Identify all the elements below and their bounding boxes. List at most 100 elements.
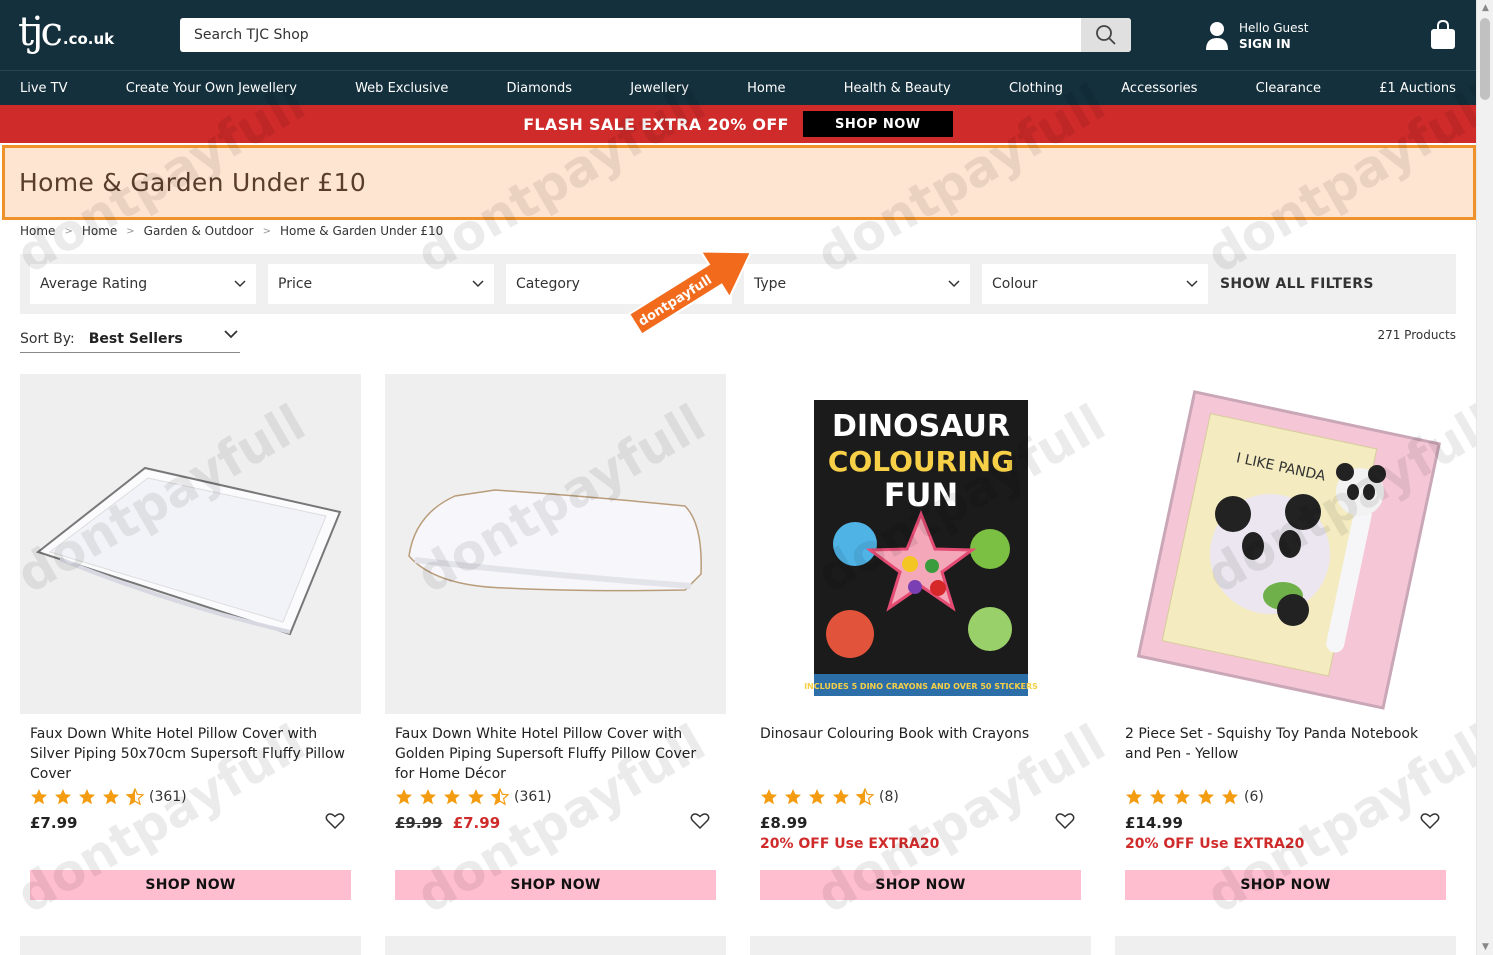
breadcrumb-separator: >: [262, 225, 272, 237]
review-count[interactable]: (361): [149, 789, 187, 805]
nav-item-live-tv[interactable]: Live TV: [20, 81, 68, 96]
heart-icon[interactable]: [325, 812, 345, 830]
dinosaur-book-image: DINOSAUR COLOURING FUN INCLUDES 5 DINO C…: [804, 400, 1038, 696]
breadcrumb-current: Home & Garden Under £10: [280, 224, 444, 238]
product-image[interactable]: [385, 374, 726, 714]
product-price: £14.99: [1125, 812, 1446, 834]
breadcrumb-separator: >: [126, 225, 135, 237]
review-count[interactable]: (8): [879, 789, 899, 805]
product-card: DINOSAUR COLOURING FUN INCLUDES 5 DINO C…: [750, 374, 1091, 900]
current-price: £7.99: [452, 814, 501, 832]
user-icon: [1206, 22, 1228, 50]
sort-dropdown[interactable]: Sort By: Best Sellers: [20, 326, 240, 353]
scroll-down-arrow-icon[interactable]: ▼: [1477, 939, 1493, 955]
book-title-line-2: COLOURING: [828, 445, 1014, 478]
product-image[interactable]: DINOSAUR COLOURING FUN INCLUDES 5 DINO C…: [750, 374, 1091, 714]
sign-in-link[interactable]: SIGN IN: [1239, 36, 1308, 52]
product-count: 271 Products: [1377, 328, 1456, 342]
product-rating: (8): [760, 788, 1081, 806]
nav-item-create-jewellery[interactable]: Create Your Own Jewellery: [126, 81, 297, 96]
heart-icon[interactable]: [1055, 812, 1075, 830]
review-count[interactable]: (6): [1244, 789, 1264, 805]
promo-text: [395, 836, 716, 854]
filter-colour[interactable]: Colour: [982, 264, 1208, 304]
show-all-filters-button[interactable]: SHOW ALL FILTERS: [1220, 276, 1374, 292]
nav-item-diamonds[interactable]: Diamonds: [507, 81, 572, 96]
chevron-down-icon: [948, 280, 960, 288]
current-price: £14.99: [1125, 814, 1183, 832]
category-banner: Home & Garden Under £10: [2, 145, 1476, 220]
breadcrumb: Home > Home > Garden & Outdoor > Home & …: [20, 224, 443, 238]
nav-item-clearance[interactable]: Clearance: [1256, 81, 1321, 96]
product-title[interactable]: 2 Piece Set - Squishy Toy Panda Notebook…: [1125, 724, 1446, 784]
shopping-bag-icon: [1431, 19, 1455, 49]
product-price: £8.99: [760, 812, 1081, 834]
chevron-down-icon: [234, 280, 246, 288]
star-rating-icon: [1126, 789, 1238, 805]
search-input[interactable]: Search TJC Shop: [194, 27, 309, 43]
nav-item-auctions[interactable]: £1 Auctions: [1379, 81, 1456, 96]
product-title[interactable]: Faux Down White Hotel Pillow Cover with …: [395, 724, 716, 784]
flash-shop-now-button[interactable]: SHOP NOW: [802, 111, 953, 137]
product-image[interactable]: I LIKE PANDA: [1115, 374, 1456, 714]
watermark-arrow-icon: dontpayfull: [627, 250, 753, 336]
scrollbar-thumb[interactable]: [1480, 18, 1490, 100]
filter-price[interactable]: Price: [268, 264, 494, 304]
current-price: £8.99: [760, 814, 808, 832]
search-box[interactable]: Search TJC Shop: [180, 18, 1131, 52]
product-price: £9.99 £7.99: [395, 812, 716, 834]
book-footer-text: INCLUDES 5 DINO CRAYONS AND OVER 50 STIC…: [804, 682, 1038, 691]
product-card-next-row: [385, 936, 726, 955]
flash-sale-message: FLASH SALE EXTRA 20% OFF: [523, 114, 789, 134]
product-title[interactable]: Dinosaur Colouring Book with Crayons: [760, 724, 1081, 784]
logo-main-text: tjc: [18, 9, 63, 55]
shop-now-button[interactable]: SHOP NOW: [30, 870, 351, 900]
search-button[interactable]: [1081, 18, 1131, 52]
page-scrollbar[interactable]: ▲ ▼: [1476, 0, 1493, 955]
filter-label: Category: [516, 276, 580, 292]
nav-item-health-beauty[interactable]: Health & Beauty: [844, 81, 951, 96]
nav-item-home[interactable]: Home: [747, 81, 785, 96]
shop-now-button[interactable]: SHOP NOW: [395, 870, 716, 900]
breadcrumb-garden-outdoor[interactable]: Garden & Outdoor: [144, 224, 254, 238]
nav-item-jewellery[interactable]: Jewellery: [630, 81, 689, 96]
heart-icon[interactable]: [690, 812, 710, 830]
nav-item-clothing[interactable]: Clothing: [1009, 81, 1063, 96]
chevron-down-icon: [224, 330, 238, 339]
account-link[interactable]: Hello Guest SIGN IN: [1205, 20, 1308, 52]
product-rating: (361): [395, 788, 716, 806]
page: tjc .co.uk Search TJC Shop Hello Guest S…: [0, 0, 1476, 955]
chevron-down-icon: [472, 280, 484, 288]
main-nav: Live TV Create Your Own Jewellery Web Ex…: [0, 70, 1476, 105]
product-image[interactable]: [20, 374, 361, 714]
pillow-image: [35, 466, 342, 636]
panda-set-image: I LIKE PANDA: [1136, 390, 1441, 710]
nav-item-accessories[interactable]: Accessories: [1121, 81, 1197, 96]
shopping-bag-button[interactable]: [1430, 19, 1456, 54]
tjc-logo[interactable]: tjc .co.uk: [18, 12, 114, 52]
flash-sale-banner: FLASH SALE EXTRA 20% OFF SHOP NOW: [0, 105, 1476, 143]
shop-now-button[interactable]: SHOP NOW: [760, 870, 1081, 900]
promo-text: 20% OFF Use EXTRA20: [760, 836, 940, 852]
nav-item-web-exclusive[interactable]: Web Exclusive: [355, 81, 448, 96]
promo-text: [30, 836, 351, 854]
breadcrumb-home[interactable]: Home: [20, 224, 55, 238]
review-count[interactable]: (361): [514, 789, 552, 805]
scroll-up-arrow-icon[interactable]: ▲: [1477, 0, 1493, 16]
shop-now-button[interactable]: SHOP NOW: [1125, 870, 1446, 900]
filter-average-rating[interactable]: Average Rating: [30, 264, 256, 304]
product-card: Faux Down White Hotel Pillow Cover with …: [20, 374, 361, 900]
logo-suffix-text: .co.uk: [62, 30, 115, 48]
product-price: £7.99: [30, 812, 351, 834]
product-card-next-row: [1115, 936, 1456, 955]
heart-icon[interactable]: [1420, 812, 1440, 830]
page-title: Home & Garden Under £10: [19, 168, 367, 197]
star-rating-icon: [761, 788, 875, 806]
product-title[interactable]: Faux Down White Hotel Pillow Cover with …: [30, 724, 351, 784]
product-rating: (361): [30, 788, 351, 806]
breadcrumb-home-category[interactable]: Home: [82, 224, 117, 238]
star-rating-icon: [396, 788, 510, 806]
product-rating: (6): [1125, 788, 1446, 806]
filter-type[interactable]: Type: [744, 264, 970, 304]
greeting-text: Hello Guest: [1239, 21, 1309, 35]
